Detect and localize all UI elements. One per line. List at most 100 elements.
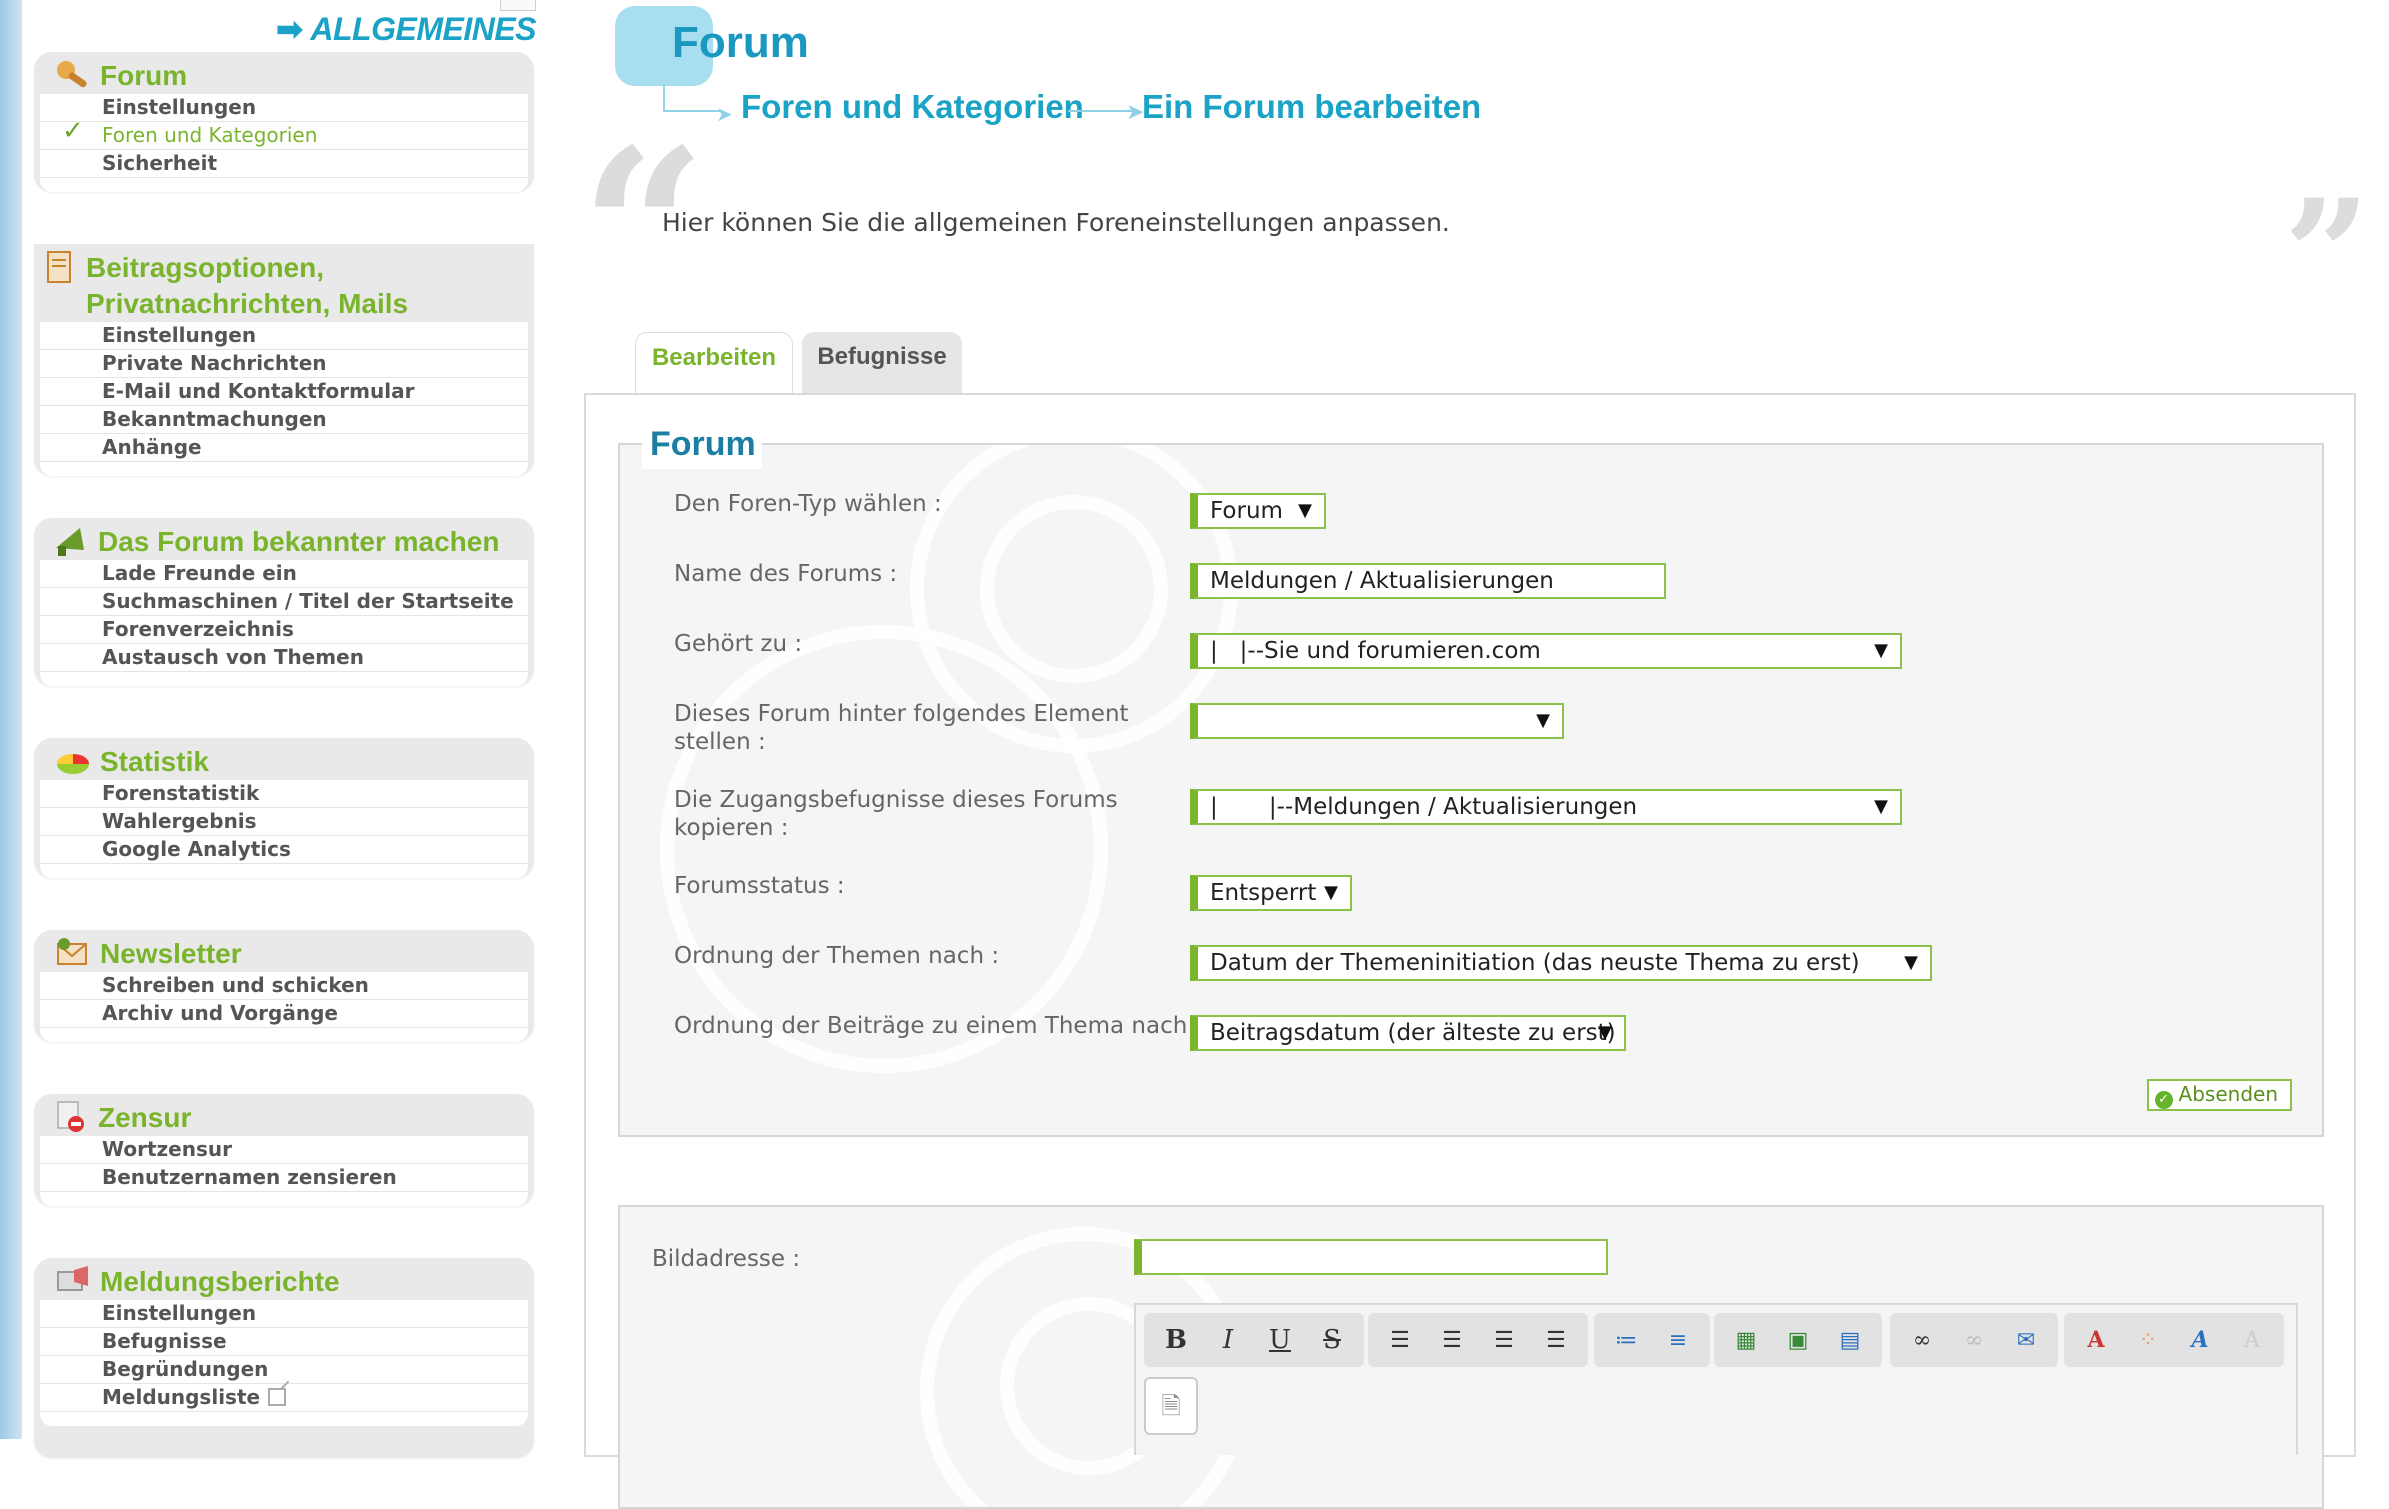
- tab-bearbeiten[interactable]: Bearbeiten: [635, 332, 793, 395]
- sidebar-list: Lade Freunde ein Suchmaschinen / Titel d…: [40, 560, 528, 686]
- sidebar-item-forenverzeichnis[interactable]: Forenverzeichnis: [40, 616, 528, 644]
- sidebar: ➡ ALLGEMEINES Forum Einstellungen ✓ Foren …: [34, 0, 536, 1458]
- sidebar-item-wahlergebnis[interactable]: Wahlergebnis: [40, 808, 528, 836]
- sidebar-item-private-nachrichten[interactable]: Private Nachrichten: [40, 350, 528, 378]
- ordnung-beitraege-select[interactable]: Beitragsdatum (der älteste zu erst) ▼: [1190, 1015, 1626, 1051]
- sidebar-list: Forenstatistik Wahlergebnis Google Analy…: [40, 780, 528, 878]
- background-swirl: [660, 625, 1108, 1073]
- strikethrough-icon[interactable]: S: [1306, 1318, 1358, 1362]
- align-center-icon[interactable]: ☰: [1426, 1318, 1478, 1362]
- foren-typ-select[interactable]: Forum ▼: [1190, 493, 1326, 529]
- forumsstatus-select[interactable]: Entsperrt ▼: [1190, 875, 1352, 911]
- censor-icon: [57, 1101, 84, 1132]
- sidebar-box-header: Statistik: [34, 738, 534, 780]
- left-edge-strip: [0, 0, 22, 1439]
- align-right-icon[interactable]: ☰: [1478, 1318, 1530, 1362]
- clear-format-icon[interactable]: A: [2226, 1318, 2278, 1362]
- sidebar-item-sicherheit[interactable]: Sicherheit: [40, 150, 528, 178]
- sidebar-item-anhaenge[interactable]: Anhänge: [40, 434, 528, 462]
- underline-icon[interactable]: U: [1254, 1318, 1306, 1362]
- text-color-icon[interactable]: A: [2070, 1318, 2122, 1362]
- bullet-list-icon[interactable]: ≔: [1600, 1318, 1652, 1362]
- sidebar-item-einstellungen[interactable]: Einstellungen: [40, 94, 528, 122]
- sidebar-item-wortzensur[interactable]: Wortzensur: [40, 1136, 528, 1164]
- sidebar-item-email-kontaktformular[interactable]: E-Mail und Kontaktformular: [40, 378, 528, 406]
- toolbar-group-lists: ≔ ≡: [1594, 1313, 1710, 1367]
- checkmark-icon: ✓: [2154, 1091, 2173, 1109]
- font-icon[interactable]: A: [2174, 1318, 2226, 1362]
- link-icon[interactable]: ∞: [1896, 1318, 1948, 1362]
- email-icon[interactable]: ✉: [2000, 1318, 2052, 1362]
- sidebar-box-meldungsberichte: Meldungsberichte Einstellungen Befugniss…: [34, 1258, 534, 1458]
- sidebar-item-begruendungen[interactable]: Begründungen: [40, 1356, 528, 1384]
- toolbar-group-color: A ⁘ A A: [2064, 1313, 2284, 1367]
- arrow-right-icon: ➡: [276, 11, 303, 47]
- align-justify-icon[interactable]: ☰: [1530, 1318, 1582, 1362]
- befugnisse-kopieren-select[interactable]: | |--Meldungen / Aktualisierungen ▼: [1190, 789, 1902, 825]
- insert-image-icon[interactable]: ▣: [1772, 1318, 1824, 1362]
- sidebar-item-einstellungen[interactable]: Einstellungen: [40, 322, 528, 350]
- sidebar-box-title[interactable]: Beitragsoptionen, Privatnachrichten, Mai…: [86, 250, 526, 322]
- fieldset-legend: Forum: [642, 419, 762, 469]
- field-label-befugnisse-kopieren: Die Zugangsbefugnisse dieses Forums kopi…: [674, 787, 1118, 841]
- sidebar-item-einstellungen[interactable]: Einstellungen: [40, 1300, 528, 1328]
- bildadresse-input[interactable]: [1134, 1239, 1608, 1275]
- sidebar-item-befugnisse[interactable]: Befugnisse: [40, 1328, 528, 1356]
- report-icon: [57, 1266, 88, 1291]
- toolbar-group-links: ∞ ∞ ✉: [1890, 1313, 2058, 1367]
- insert-table-icon[interactable]: ▦: [1720, 1318, 1772, 1362]
- sidebar-item-google-analytics[interactable]: Google Analytics: [40, 836, 528, 864]
- sidebar-box-title[interactable]: Das Forum bekannter machen: [98, 524, 499, 560]
- sidebar-box-title[interactable]: Meldungsberichte: [100, 1264, 340, 1300]
- sidebar-box-header: Beitragsoptionen, Privatnachrichten, Mai…: [34, 244, 534, 322]
- breadcrumb-item-foren-und-kategorien[interactable]: Foren und Kategorien: [741, 88, 1084, 126]
- sidebar-box-beitragsoptionen: Beitragsoptionen, Privatnachrichten, Mai…: [34, 244, 534, 476]
- sidebar-box-title[interactable]: Newsletter: [100, 936, 242, 972]
- align-left-icon[interactable]: ☰: [1374, 1318, 1426, 1362]
- element-position-select[interactable]: ▼: [1190, 703, 1564, 739]
- sidebar-item-lade-freunde-ein[interactable]: Lade Freunde ein: [40, 560, 528, 588]
- field-label-name-des-forums: Name des Forums :: [674, 561, 898, 587]
- dropdown-arrow-icon: ▼: [1874, 796, 1888, 817]
- sidebar-item-foren-und-kategorien[interactable]: ✓ Foren und Kategorien: [40, 118, 528, 150]
- field-label-ordnung-themen: Ordnung der Themen nach :: [674, 943, 1000, 969]
- sidebar-box-title[interactable]: Forum: [100, 58, 187, 94]
- sidebar-box-header: Newsletter: [34, 930, 534, 972]
- document-icon: [47, 251, 71, 283]
- sidebar-box-title[interactable]: Zensur: [98, 1100, 191, 1136]
- quote-close-icon: ”: [2283, 167, 2370, 343]
- page-icon[interactable]: 🗎: [1144, 1377, 1198, 1435]
- sidebar-item-suchmaschinen[interactable]: Suchmaschinen / Titel der Startseite: [40, 588, 528, 616]
- sidebar-item-schreiben-und-schicken[interactable]: Schreiben und schicken: [40, 972, 528, 1000]
- external-link-icon: [268, 1388, 287, 1406]
- sidebar-item-benutzernamen-zensieren[interactable]: Benutzernamen zensieren: [40, 1164, 528, 1192]
- gehoert-zu-select[interactable]: | |--Sie und forumieren.com ▼: [1190, 633, 1902, 669]
- sidebar-box-title[interactable]: Statistik: [100, 744, 209, 780]
- bold-icon[interactable]: B: [1150, 1318, 1202, 1362]
- numbered-list-icon[interactable]: ≡: [1652, 1318, 1704, 1362]
- page-description: Hier können Sie die allgemeinen Forenein…: [662, 208, 1450, 237]
- sidebar-box-header: Das Forum bekannter machen: [34, 518, 534, 560]
- tab-befugnisse[interactable]: Befugnisse: [802, 332, 962, 394]
- megaphone-icon: [56, 528, 84, 556]
- ordnung-themen-select[interactable]: Datum der Themeninitiation (das neuste T…: [1190, 945, 1932, 981]
- sidebar-list: Einstellungen Private Nachrichten E-Mail…: [40, 322, 528, 476]
- sidebar-item-archiv-und-vorgaenge[interactable]: Archiv und Vorgänge: [40, 1000, 528, 1028]
- field-label-ordnung-beitraege: Ordnung der Beiträge zu einem Thema nach…: [674, 1013, 1203, 1039]
- sidebar-box-header: Meldungsberichte: [34, 1258, 534, 1300]
- sidebar-box-header: Zensur: [34, 1094, 534, 1136]
- sidebar-item-bekanntmachungen[interactable]: Bekanntmachungen: [40, 406, 528, 434]
- arrow-right-icon: ➤: [716, 102, 733, 126]
- unlink-icon[interactable]: ∞: [1948, 1318, 2000, 1362]
- submit-button[interactable]: ✓ Absenden: [2146, 1079, 2292, 1111]
- sidebar-box-newsletter: Newsletter Schreiben und schicken Archiv…: [34, 930, 534, 1042]
- dropdown-arrow-icon: ▼: [1874, 640, 1888, 661]
- sidebar-item-austausch-von-themen[interactable]: Austausch von Themen: [40, 644, 528, 672]
- field-label-foren-typ: Den Foren-Typ wählen :: [674, 491, 942, 517]
- italic-icon[interactable]: I: [1202, 1318, 1254, 1362]
- insert-media-icon[interactable]: ▤: [1824, 1318, 1876, 1362]
- sidebar-item-meldungsliste[interactable]: Meldungsliste: [40, 1384, 528, 1412]
- forum-name-input[interactable]: Meldungen / Aktualisierungen: [1190, 563, 1666, 599]
- color-palette-icon[interactable]: ⁘: [2122, 1318, 2174, 1362]
- sidebar-item-forenstatistik[interactable]: Forenstatistik: [40, 780, 528, 808]
